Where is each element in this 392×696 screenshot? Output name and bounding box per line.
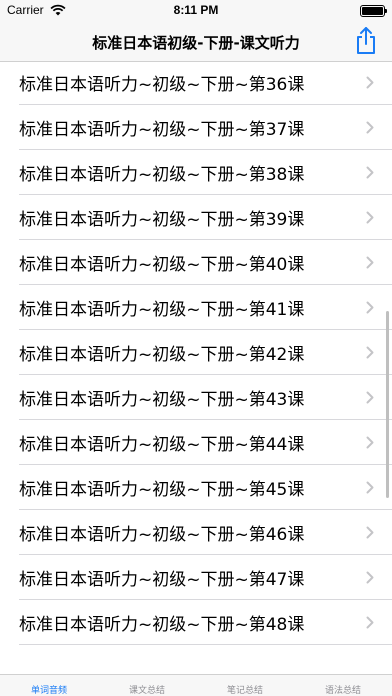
status-bar: Carrier 8:11 PM [0, 0, 392, 22]
chevron-right-icon [366, 571, 374, 584]
list-item-label: 标准日本语听力~初级~下册~第40课 [19, 255, 305, 275]
list-item[interactable]: 标准日本语听力~初级~下册~第40课 [0, 240, 392, 285]
list-item-label: 标准日本语听力~初级~下册~第48课 [19, 615, 305, 635]
list-item[interactable]: 标准日本语听力~初级~下册~第48课 [0, 600, 392, 645]
share-icon[interactable] [354, 26, 378, 56]
list-item-label: 标准日本语听力~初级~下册~第43课 [19, 390, 305, 410]
chevron-right-icon [366, 256, 374, 269]
list-item[interactable]: 标准日本语听力~初级~下册~第41课 [0, 285, 392, 330]
list-item[interactable]: 标准日本语听力~初级~下册~第42课 [0, 330, 392, 375]
list-item[interactable]: 标准日本语听力~初级~下册~第44课 [0, 420, 392, 465]
list-item-label: 标准日本语听力~初级~下册~第47课 [19, 570, 305, 590]
chevron-right-icon [366, 121, 374, 134]
chevron-right-icon [366, 616, 374, 629]
tab-bar: 单词音频 课文总结 笔记总结 语法总结 [0, 674, 392, 696]
scrollbar[interactable] [386, 311, 389, 498]
list-item-label: 标准日本语听力~初级~下册~第41课 [19, 300, 305, 320]
tab-1[interactable]: 单词音频 [0, 675, 98, 696]
tab-2[interactable]: 课文总结 [98, 675, 196, 696]
list-item-label: 标准日本语听力~初级~下册~第39课 [19, 210, 305, 230]
lesson-list[interactable]: 标准日本语听力~初级~下册~第36课 标准日本语听力~初级~下册~第37课 标准日本… [0, 62, 392, 674]
tab-3[interactable]: 笔记总结 [196, 675, 294, 696]
chevron-right-icon [366, 301, 374, 314]
chevron-right-icon [366, 166, 374, 179]
list-item-label: 标准日本语听力~初级~下册~第36课 [19, 75, 305, 95]
list-item[interactable]: 标准日本语听力~初级~下册~第45课 [0, 465, 392, 510]
chevron-right-icon [366, 211, 374, 224]
list-item-label: 标准日本语听力~初级~下册~第38课 [19, 165, 305, 185]
clock-time: 8:11 PM [173, 3, 219, 17]
list-item-label: 标准日本语听力~初级~下册~第37课 [19, 120, 305, 140]
chevron-right-icon [366, 346, 374, 359]
chevron-right-icon [366, 76, 374, 89]
list-item[interactable]: 标准日本语听力~初级~下册~第46课 [0, 510, 392, 555]
chevron-right-icon [366, 526, 374, 539]
list-item-label: 标准日本语听力~初级~下册~第44课 [19, 435, 305, 455]
list-item[interactable]: 标准日本语听力~初级~下册~第37课 [0, 105, 392, 150]
list-item[interactable]: 标准日本语听力~初级~下册~第36课 [0, 62, 392, 105]
list-item[interactable]: 标准日本语听力~初级~下册~第47课 [0, 555, 392, 600]
list-item[interactable]: 标准日本语听力~初级~下册~第43课 [0, 375, 392, 420]
list-item-label: 标准日本语听力~初级~下册~第42课 [19, 345, 305, 365]
chevron-right-icon [366, 481, 374, 494]
navigation-bar: 标准日本语初级-下册-课文听力 [0, 22, 392, 62]
list-item-label: 标准日本语听力~初级~下册~第46课 [19, 525, 305, 545]
list-item[interactable]: 标准日本语听力~初级~下册~第39课 [0, 195, 392, 240]
row-separator [19, 644, 392, 645]
battery-icon [360, 5, 387, 17]
chevron-right-icon [366, 436, 374, 449]
page-title: 标准日本语初级-下册-课文听力 [92, 34, 300, 52]
list-item-label: 标准日本语听力~初级~下册~第45课 [19, 480, 305, 500]
list-item[interactable]: 标准日本语听力~初级~下册~第38课 [0, 150, 392, 195]
chevron-right-icon [366, 391, 374, 404]
tab-4[interactable]: 语法总结 [294, 675, 392, 696]
